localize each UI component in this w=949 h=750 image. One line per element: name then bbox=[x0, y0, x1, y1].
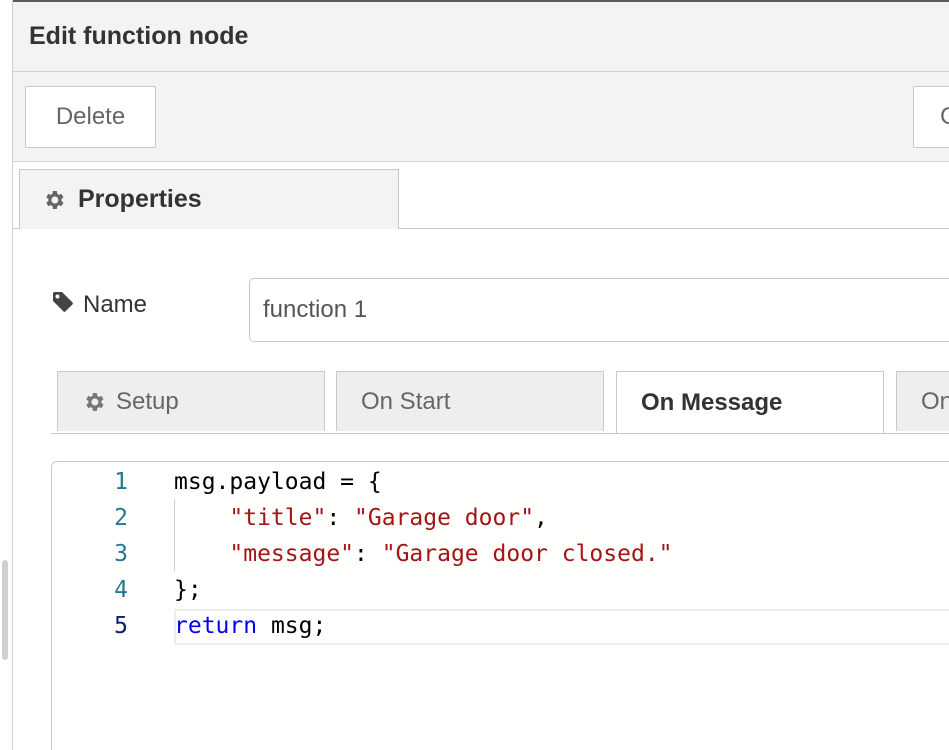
tray-toolbar: Delete Cancel bbox=[13, 72, 949, 162]
function-tabs: Setup On Start On Message On Stop bbox=[51, 371, 949, 434]
tab-properties[interactable]: Properties bbox=[19, 169, 399, 229]
code-string: "title" bbox=[229, 505, 327, 531]
editor-window: Edit function node Delete Cancel Propert… bbox=[0, 0, 949, 750]
tab-properties-label: Properties bbox=[78, 185, 202, 213]
code-string: "message" bbox=[229, 541, 355, 567]
name-input[interactable] bbox=[249, 278, 949, 342]
code-line: 2 "title": "Garage door", bbox=[52, 500, 949, 536]
code-token: msg bbox=[270, 613, 313, 639]
code-editor[interactable]: 1 msg.payload = { 2 "title": "Garage doo… bbox=[51, 461, 949, 750]
edit-tray: Edit function node Delete Cancel Propert… bbox=[13, 2, 949, 750]
tab-on-stop[interactable]: On Stop bbox=[896, 371, 949, 431]
code-text: "message": "Garage door closed." bbox=[174, 536, 673, 572]
code-token: ; bbox=[312, 613, 327, 639]
tab-on-message[interactable]: On Message bbox=[616, 371, 884, 433]
line-number: 5 bbox=[114, 613, 128, 639]
tab-on-stop-label: On Stop bbox=[921, 387, 949, 415]
code-token: : bbox=[326, 505, 355, 531]
workspace-scrollbar[interactable] bbox=[2, 560, 8, 660]
tab-setup[interactable]: Setup bbox=[57, 371, 325, 431]
code-line: 4 }; bbox=[52, 572, 949, 608]
name-row: Name bbox=[13, 278, 949, 342]
code-token: : bbox=[354, 541, 382, 567]
gear-icon bbox=[82, 390, 106, 414]
code-text: }; bbox=[174, 577, 202, 603]
cancel-button[interactable]: Cancel bbox=[913, 86, 949, 148]
code-line: 5 return msg; bbox=[52, 608, 949, 644]
name-label: Name bbox=[51, 290, 147, 319]
delete-button[interactable]: Delete bbox=[25, 86, 156, 148]
code-token: , bbox=[534, 505, 548, 531]
code-string: "Garage door" bbox=[354, 505, 535, 531]
tag-icon bbox=[51, 290, 75, 319]
code-keyword: return bbox=[174, 613, 258, 639]
line-number: 2 bbox=[114, 505, 128, 531]
tab-setup-label: Setup bbox=[116, 387, 179, 415]
tab-on-start[interactable]: On Start bbox=[336, 371, 604, 431]
tray-header: Edit function node bbox=[13, 2, 949, 72]
line-number: 1 bbox=[114, 469, 128, 495]
line-number: 4 bbox=[114, 577, 128, 603]
tab-on-message-label: On Message bbox=[641, 388, 783, 416]
tab-on-start-label: On Start bbox=[361, 387, 451, 415]
tray-title: Edit function node bbox=[29, 22, 249, 50]
code-line: 3 "message": "Garage door closed." bbox=[52, 536, 949, 572]
code-line: 1 msg.payload = { bbox=[52, 464, 949, 500]
line-number: 3 bbox=[114, 541, 128, 567]
name-label-text: Name bbox=[83, 290, 148, 318]
code-text: "title": "Garage door", bbox=[174, 500, 548, 536]
gear-icon bbox=[42, 188, 66, 212]
tray-tabs: Properties bbox=[13, 162, 949, 229]
code-string: "Garage door closed." bbox=[381, 541, 673, 567]
code-text: msg.payload = { bbox=[174, 469, 382, 495]
code-text: return msg; bbox=[174, 608, 326, 644]
